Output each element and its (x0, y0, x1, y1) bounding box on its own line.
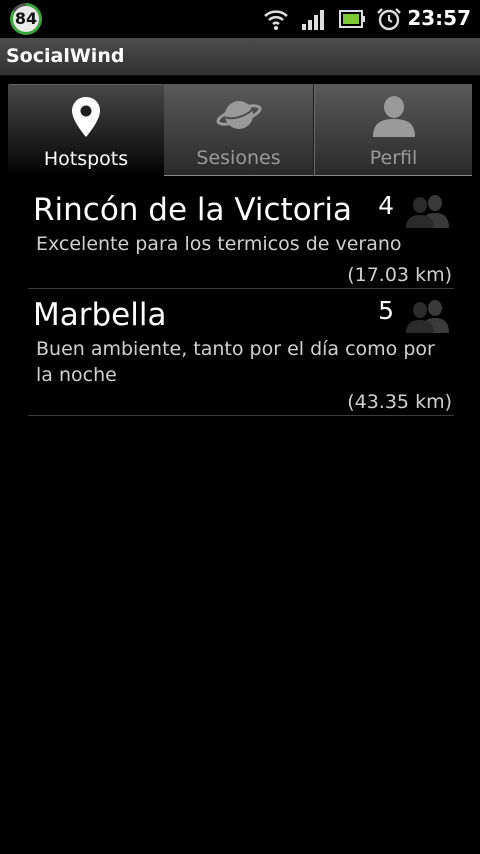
tab-label-perfil: Perfil (369, 147, 418, 169)
wifi-icon (264, 10, 288, 30)
title-bar: SocialWind (0, 38, 480, 76)
alarm-icon (377, 8, 401, 31)
tab-sesiones[interactable]: Sesiones (164, 84, 314, 176)
tab-label-hotspots: Hotspots (43, 148, 129, 170)
spot-distance: (17.03 km) (347, 264, 452, 286)
tab-label-sesiones: Sesiones (196, 147, 281, 169)
list-item[interactable]: Marbella 5 Buen ambiente, tanto por el d… (28, 289, 454, 416)
group-icon (406, 195, 449, 228)
spot-name: Rincón de la Victoria (33, 192, 353, 228)
app-title: SocialWind (6, 45, 125, 67)
tab-hotspots[interactable]: Hotspots (8, 84, 164, 176)
spot-distance: (43.35 km) (347, 391, 452, 413)
signal-icon (302, 10, 324, 30)
hotspot-list: Rincón de la Victoria 4 Excelente para l… (28, 184, 454, 416)
status-bar: 84 23:57 (0, 0, 480, 38)
planet-icon (215, 101, 262, 129)
spot-user-count: 4 (378, 191, 394, 220)
person-icon (372, 96, 415, 137)
clock: 23:57 (407, 6, 471, 30)
battery-level-text: 84 (13, 6, 39, 32)
battery-level-badge: 84 (10, 3, 42, 35)
map-pin-icon (72, 97, 100, 137)
tab-perfil[interactable]: Perfil (314, 84, 472, 176)
spot-user-count: 5 (378, 296, 394, 325)
list-item[interactable]: Rincón de la Victoria 4 Excelente para l… (28, 184, 454, 289)
spot-name: Marbella (33, 297, 167, 333)
tab-bar: Hotspots Sesiones Perfil (8, 84, 472, 176)
spot-description: Excelente para los termicos de verano (36, 233, 402, 255)
group-icon (406, 300, 449, 333)
battery-icon (339, 10, 365, 28)
spot-description: Buen ambiente, tanto por el día como por… (36, 338, 435, 386)
